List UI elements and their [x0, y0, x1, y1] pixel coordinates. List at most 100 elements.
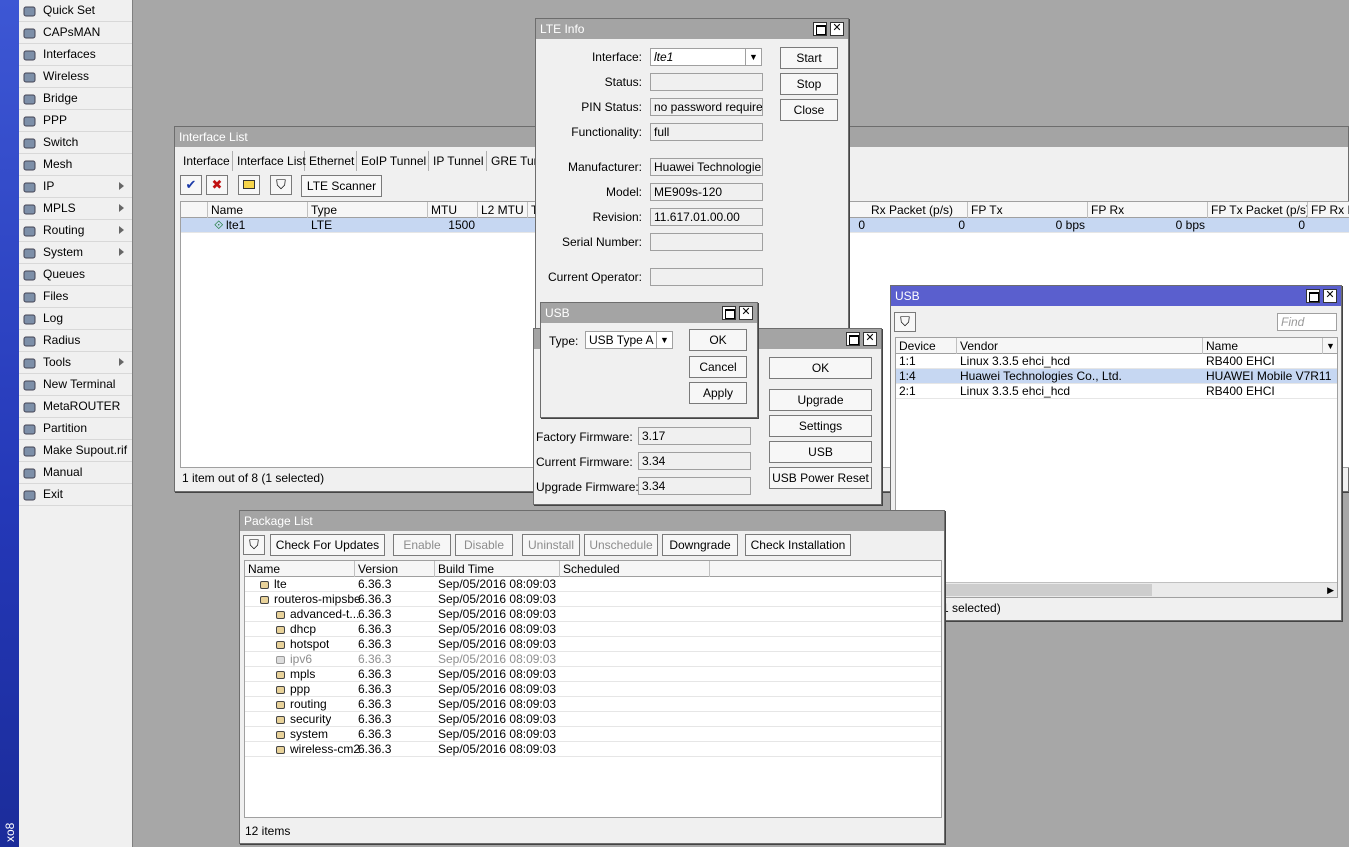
- table-row[interactable]: 2:1 Linux 3.3.5 ehci_hcd RB400 EHCI: [896, 384, 1337, 399]
- column-menu-icon[interactable]: ▼: [1323, 338, 1337, 354]
- menu-item-exit[interactable]: Exit: [19, 484, 132, 506]
- dropdown-arrow-icon[interactable]: ▼: [745, 49, 761, 65]
- tab-ethernet[interactable]: Ethernet: [305, 151, 357, 171]
- menu-item-switch[interactable]: Switch: [19, 132, 132, 154]
- enable-button[interactable]: Enable: [393, 534, 451, 556]
- menu-item-wireless[interactable]: Wireless: [19, 66, 132, 88]
- table-row[interactable]: ppp 6.36.3 Sep/05/2016 08:09:03: [245, 682, 941, 697]
- menu-item-terminal[interactable]: New Terminal: [19, 374, 132, 396]
- menu-item-ip[interactable]: IP: [19, 176, 132, 198]
- filter-button[interactable]: ⛉: [270, 175, 292, 195]
- col-header-l2mtu[interactable]: L2 MTU: [478, 202, 528, 218]
- menu-item-tools[interactable]: Tools: [19, 352, 132, 374]
- menu-item-log[interactable]: Log: [19, 308, 132, 330]
- menu-item-system[interactable]: System: [19, 242, 132, 264]
- disable-button[interactable]: Disable: [455, 534, 513, 556]
- table-row[interactable]: mpls 6.36.3 Sep/05/2016 08:09:03: [245, 667, 941, 682]
- menu-item-supout[interactable]: Make Supout.rif: [19, 440, 132, 462]
- menu-item-partition[interactable]: Partition: [19, 418, 132, 440]
- disable-button[interactable]: ✖: [206, 175, 228, 195]
- tab-ip-tunnel[interactable]: IP Tunnel: [429, 151, 487, 171]
- close-button[interactable]: ✕: [830, 22, 844, 36]
- tab-eoip-tunnel[interactable]: EoIP Tunnel: [357, 151, 429, 171]
- col-header-mtu[interactable]: MTU: [428, 202, 478, 218]
- close-dialog-button[interactable]: Close: [780, 99, 838, 121]
- col-header-name[interactable]: Name: [208, 202, 308, 218]
- filter-button[interactable]: ⛉: [243, 535, 265, 555]
- menu-item-capsman[interactable]: CAPsMAN: [19, 22, 132, 44]
- close-button[interactable]: ✕: [863, 332, 877, 346]
- uninstall-button[interactable]: Uninstall: [522, 534, 580, 556]
- tab-gre-tun[interactable]: GRE Tun: [487, 151, 540, 171]
- maximize-button[interactable]: [813, 22, 827, 36]
- title-bar[interactable]: LTE Info ✕: [536, 19, 848, 39]
- tab-interface-list[interactable]: Interface List: [233, 151, 306, 171]
- table-row[interactable]: 1:1 Linux 3.3.5 ehci_hcd RB400 EHCI: [896, 354, 1337, 369]
- usb-button[interactable]: USB: [769, 441, 872, 463]
- horizontal-scrollbar[interactable]: ◀ ▶: [896, 582, 1337, 597]
- menu-item-queues[interactable]: Queues: [19, 264, 132, 286]
- unschedule-button[interactable]: Unschedule: [584, 534, 658, 556]
- check-installation-button[interactable]: Check Installation: [745, 534, 851, 556]
- ok-button[interactable]: OK: [689, 329, 747, 351]
- scroll-right-icon[interactable]: ▶: [1327, 585, 1334, 596]
- col-header-fp-rx-packet[interactable]: FP Rx P: [1308, 202, 1349, 218]
- comment-button[interactable]: [238, 175, 260, 195]
- enable-button[interactable]: ✔: [180, 175, 202, 195]
- col-header-fp-tx[interactable]: FP Tx: [968, 202, 1088, 218]
- menu-item-interfaces[interactable]: Interfaces: [19, 44, 132, 66]
- lte-scanner-button[interactable]: LTE Scanner: [301, 175, 382, 197]
- close-button[interactable]: ✕: [739, 306, 753, 320]
- filter-button[interactable]: ⛉: [894, 312, 916, 332]
- col-header-name[interactable]: Name: [1203, 338, 1323, 354]
- upgrade-button[interactable]: Upgrade: [769, 389, 872, 411]
- table-row[interactable]: security 6.36.3 Sep/05/2016 08:09:03: [245, 712, 941, 727]
- dropdown-arrow-icon[interactable]: ▼: [656, 332, 672, 348]
- stop-button[interactable]: Stop: [780, 73, 838, 95]
- maximize-button[interactable]: [722, 306, 736, 320]
- col-header-device[interactable]: Device: [896, 338, 957, 354]
- col-header-rx-packet[interactable]: Rx Packet (p/s): [868, 202, 968, 218]
- col-header-build-time[interactable]: Build Time: [435, 561, 560, 577]
- menu-item-radius[interactable]: Radius: [19, 330, 132, 352]
- col-header-type[interactable]: Type: [308, 202, 428, 218]
- menu-item-mpls[interactable]: MPLS: [19, 198, 132, 220]
- maximize-button[interactable]: [1306, 289, 1320, 303]
- table-row[interactable]: lte 6.36.3 Sep/05/2016 08:09:03: [245, 577, 941, 592]
- menu-item-mesh[interactable]: Mesh: [19, 154, 132, 176]
- table-row[interactable]: system 6.36.3 Sep/05/2016 08:09:03: [245, 727, 941, 742]
- col-header-fp-rx[interactable]: FP Rx: [1088, 202, 1208, 218]
- col-header-fp-tx-packet[interactable]: FP Tx Packet (p/s): [1208, 202, 1308, 218]
- table-row[interactable]: routing 6.36.3 Sep/05/2016 08:09:03: [245, 697, 941, 712]
- table-row[interactable]: hotspot 6.36.3 Sep/05/2016 08:09:03: [245, 637, 941, 652]
- start-button[interactable]: Start: [780, 47, 838, 69]
- menu-item-ppp[interactable]: PPP: [19, 110, 132, 132]
- usb-power-reset-button[interactable]: USB Power Reset: [769, 467, 872, 489]
- col-header-scheduled[interactable]: Scheduled: [560, 561, 710, 577]
- table-row[interactable]: routeros-mipsbe 6.36.3 Sep/05/2016 08:09:0…: [245, 592, 941, 607]
- table-row[interactable]: dhcp 6.36.3 Sep/05/2016 08:09:03: [245, 622, 941, 637]
- scrollbar-thumb[interactable]: [912, 584, 1152, 596]
- col-header[interactable]: [181, 202, 208, 218]
- check-for-updates-button[interactable]: Check For Updates: [270, 534, 385, 556]
- find-input[interactable]: Find: [1277, 313, 1337, 331]
- close-button[interactable]: ✕: [1323, 289, 1337, 303]
- menu-item-metarouter[interactable]: MetaROUTER: [19, 396, 132, 418]
- settings-button[interactable]: Settings: [769, 415, 872, 437]
- menu-item-routing[interactable]: Routing: [19, 220, 132, 242]
- maximize-button[interactable]: [846, 332, 860, 346]
- tab-interface[interactable]: Interface: [179, 151, 233, 171]
- table-row[interactable]: advanced-t... 6.36.3 Sep/05/2016 08:09:03: [245, 607, 941, 622]
- col-header-version[interactable]: Version: [355, 561, 435, 577]
- col-header-name[interactable]: Name: [245, 561, 355, 577]
- menu-item-manual[interactable]: Manual: [19, 462, 132, 484]
- usb-type-select[interactable]: USB Type A ▼: [585, 331, 673, 349]
- title-bar[interactable]: Package List: [240, 511, 944, 531]
- title-bar[interactable]: USB ✕: [541, 303, 757, 323]
- table-row[interactable]: wireless-cm2 6.36.3 Sep/05/2016 08:09:03: [245, 742, 941, 757]
- table-row[interactable]: ipv6 6.36.3 Sep/05/2016 08:09:03: [245, 652, 941, 667]
- menu-item-files[interactable]: Files: [19, 286, 132, 308]
- cancel-button[interactable]: Cancel: [689, 356, 747, 378]
- col-header-vendor[interactable]: Vendor: [957, 338, 1203, 354]
- downgrade-button[interactable]: Downgrade: [662, 534, 738, 556]
